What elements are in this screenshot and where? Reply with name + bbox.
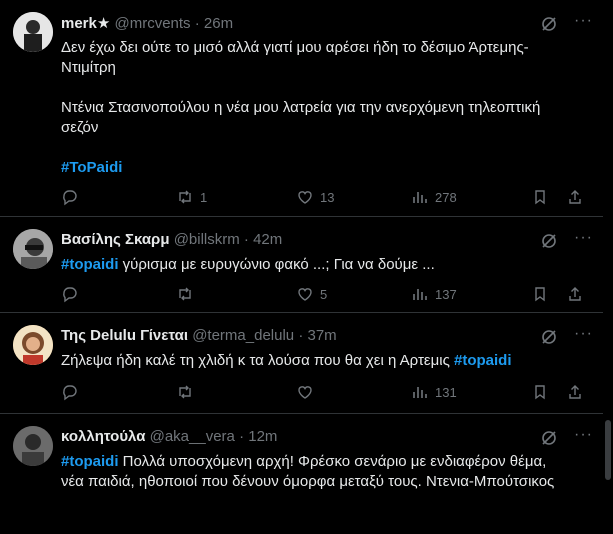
like-icon (298, 386, 312, 399)
view-count: 131 (435, 384, 457, 400)
retweet-button[interactable] (176, 383, 200, 401)
bookmark-icon (535, 287, 545, 302)
grok-icon[interactable] (540, 328, 558, 346)
share-icon (569, 190, 581, 204)
avatar[interactable] (13, 12, 53, 52)
reply-button[interactable] (61, 383, 85, 401)
timestamp[interactable]: 12m (248, 428, 277, 445)
hashtag-link[interactable]: #topaidi (61, 453, 119, 470)
user-handle[interactable]: @billskrm (174, 231, 240, 248)
reply-icon (63, 385, 77, 401)
like-button[interactable] (296, 383, 320, 401)
retweet-icon (179, 385, 191, 399)
tweet-header: κολλητούλα @aka__vera · 12m (61, 428, 277, 445)
timestamp[interactable]: 42m (253, 231, 282, 248)
display-name[interactable]: κολλητούλα (61, 428, 145, 445)
user-handle[interactable]: @terma_delulu (192, 327, 294, 344)
hashtag-link[interactable]: #topaidi (61, 256, 119, 273)
action-bar: 5 137 (61, 285, 591, 305)
tweet-header: Της Delulu Γίνεται @terma_delulu · 37m (61, 327, 337, 344)
reply-icon (63, 287, 77, 303)
like-button[interactable]: 5 (296, 285, 327, 303)
tweet-text-line: Ζήλεψα ήδη καλέ τη χλιδή κ τα λούσα που … (61, 352, 454, 369)
avatar[interactable] (13, 325, 53, 365)
like-button[interactable]: 13 (296, 188, 334, 206)
views-button[interactable]: 131 (411, 383, 457, 401)
retweet-icon (179, 287, 191, 301)
tweet[interactable]: merk★ @mrcvents · 26m ··· Δεν έχω δει ού… (0, 0, 603, 217)
separator: · (194, 15, 200, 32)
view-count: 278 (435, 189, 457, 205)
tweet-header: Βασίλης Σκαρμ @billskrm · 42m (61, 231, 282, 248)
grok-icon[interactable] (540, 232, 558, 250)
timestamp[interactable]: 26m (204, 15, 233, 32)
tweet-text-line: Ντένια Στασινοπούλου η νέα μου λατρεία γ… (61, 99, 541, 136)
separator: · (239, 428, 245, 445)
share-button[interactable] (566, 188, 584, 206)
tweet-text: #topaidi Πολλά υποσχόμενη αρχή! Φρέσκο σ… (61, 452, 581, 492)
avatar[interactable] (13, 426, 53, 466)
retweet-count: 1 (200, 189, 208, 205)
tweet-text-line: νέα παιδιά, ηθοποιοί που δένουν όμορφα μ… (61, 473, 555, 490)
display-name[interactable]: Βασίλης Σκαρμ (61, 231, 170, 248)
view-count: 137 (435, 286, 457, 302)
bookmark-icon (535, 190, 545, 205)
more-icon[interactable]: ··· (574, 229, 593, 247)
like-icon (298, 288, 312, 301)
tweet-text-line: Πολλά υποσχόμενη αρχή! Φρέσκο σενάριο με… (118, 453, 547, 470)
action-bar: 131 (61, 383, 591, 403)
views-icon (413, 289, 427, 300)
hashtag-link[interactable]: #ToPaidi (61, 158, 581, 178)
tweet-text: #topaidi γύρισμα με ευρυγώνιο φακό ...; … (61, 255, 581, 275)
scrollbar-thumb[interactable] (605, 420, 611, 480)
bookmark-button[interactable] (531, 188, 549, 206)
tweet[interactable]: κολλητούλα @aka__vera · 12m ··· #topaidi… (0, 414, 603, 534)
share-button[interactable] (566, 383, 584, 401)
bookmark-button[interactable] (531, 285, 549, 303)
bookmark-button[interactable] (531, 383, 549, 401)
views-button[interactable]: 278 (411, 188, 457, 206)
like-count: 5 (320, 286, 328, 302)
avatar[interactable] (13, 229, 53, 269)
share-button[interactable] (566, 285, 584, 303)
display-name[interactable]: Της Delulu Γίνεται (61, 327, 188, 344)
tweet[interactable]: Βασίλης Σκαρμ @billskrm · 42m ··· #topai… (0, 217, 603, 313)
separator: · (243, 231, 249, 248)
action-bar: 1 13 278 (61, 188, 591, 208)
tweet-text-line: γύρισμα με ευρυγώνιο φακό ...; Για να δο… (118, 256, 435, 273)
tweet-text: Δεν έχω δει ούτε το μισό αλλά γιατί μου … (61, 38, 581, 178)
share-icon (569, 287, 581, 301)
reply-icon (63, 190, 77, 206)
reply-button[interactable] (61, 285, 85, 303)
timestamp[interactable]: 37m (307, 327, 336, 344)
more-icon[interactable]: ··· (574, 325, 593, 343)
bookmark-icon (535, 385, 545, 400)
grok-icon[interactable] (540, 429, 558, 447)
like-icon (298, 191, 312, 204)
more-icon[interactable]: ··· (574, 426, 593, 444)
like-count: 13 (320, 189, 335, 205)
tweet[interactable]: Της Delulu Γίνεται @terma_delulu · 37m ·… (0, 313, 603, 414)
views-icon (413, 387, 427, 398)
separator: · (298, 327, 304, 344)
scrollbar[interactable] (603, 0, 613, 500)
display-name[interactable]: merk★ (61, 15, 110, 32)
retweet-icon (179, 190, 191, 204)
more-icon[interactable]: ··· (574, 12, 593, 30)
retweet-button[interactable]: 1 (176, 188, 207, 206)
hashtag-link[interactable]: #topaidi (454, 352, 512, 369)
tweet-text-line: Δεν έχω δει ούτε το μισό αλλά γιατί μου … (61, 39, 529, 76)
tweet-text: Ζήλεψα ήδη καλέ τη χλιδή κ τα λούσα που … (61, 351, 581, 371)
user-handle[interactable]: @mrcvents (114, 15, 190, 32)
user-handle[interactable]: @aka__vera (150, 428, 235, 445)
views-icon (413, 192, 427, 203)
timeline-feed: merk★ @mrcvents · 26m ··· Δεν έχω δει ού… (0, 0, 603, 534)
grok-icon[interactable] (540, 15, 558, 33)
tweet-header: merk★ @mrcvents · 26m (61, 14, 233, 32)
retweet-button[interactable] (176, 285, 200, 303)
share-icon (569, 385, 581, 399)
reply-button[interactable] (61, 188, 85, 206)
views-button[interactable]: 137 (411, 285, 457, 303)
